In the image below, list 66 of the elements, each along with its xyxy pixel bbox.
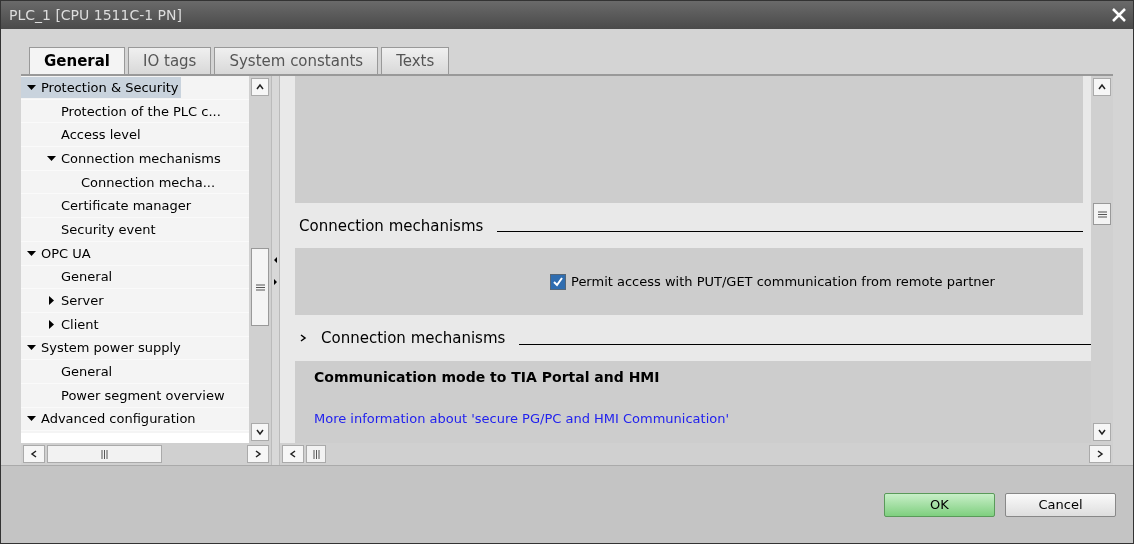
grip-icon xyxy=(100,449,109,459)
expanded-triangle-icon[interactable] xyxy=(27,248,36,258)
tree-item[interactable]: Power segment overview xyxy=(21,384,227,406)
tree-item[interactable]: Security event xyxy=(21,218,158,240)
tab[interactable]: IO tags xyxy=(128,47,212,74)
expanded-triangle-icon[interactable] xyxy=(27,82,36,92)
tree-item[interactable]: Protection of the PLC c... xyxy=(21,100,223,122)
tab[interactable]: Texts xyxy=(381,47,450,74)
expanded-triangle-icon[interactable] xyxy=(27,343,36,353)
scroll-right-button[interactable] xyxy=(1089,445,1111,463)
chevron-up-icon xyxy=(255,82,265,92)
vertical-scrollbar[interactable] xyxy=(249,76,271,443)
tree-item[interactable]: Advanced configuration xyxy=(21,408,198,430)
tab[interactable]: System constants xyxy=(214,47,379,74)
scroll-thumb[interactable] xyxy=(1093,203,1111,225)
permit-access-checkbox[interactable]: Permit access with PUT/GET communication from remote partner xyxy=(550,273,995,290)
section-title: Connection mechanisms xyxy=(321,329,506,347)
scroll-left-button[interactable] xyxy=(282,445,304,463)
scroll-left-button[interactable] xyxy=(23,445,45,463)
collapsed-triangle-icon[interactable] xyxy=(47,319,56,329)
splitter-handle[interactable] xyxy=(271,76,280,465)
tree-item[interactable]: Connection mecha... xyxy=(21,171,218,193)
tree-item[interactable]: Connection mechanisms xyxy=(21,147,223,169)
chevron-left-icon xyxy=(29,449,39,459)
chevron-down-icon xyxy=(1097,427,1107,437)
dialog-button[interactable]: Cancel xyxy=(1005,492,1116,517)
tree-item[interactable]: General xyxy=(21,266,115,288)
vertical-scrollbar[interactable] xyxy=(1091,76,1113,443)
chevron-icon[interactable] xyxy=(299,333,307,343)
section-title: Connection mechanisms xyxy=(299,216,484,235)
tree-item[interactable]: General xyxy=(21,361,115,383)
checkmark-icon xyxy=(552,275,564,288)
grip-icon xyxy=(311,449,321,459)
scroll-thumb[interactable] xyxy=(47,445,162,463)
scroll-up-button[interactable] xyxy=(251,78,269,96)
dialog-button[interactable]: OK xyxy=(884,492,995,517)
window-title: PLC_1 [CPU 1511C-1 PN] xyxy=(9,7,182,23)
chevron-right-icon xyxy=(253,449,263,459)
scroll-down-button[interactable] xyxy=(251,423,269,441)
horizontal-scrollbar[interactable] xyxy=(21,443,271,465)
chevron-right-icon xyxy=(1095,449,1105,459)
grip-icon xyxy=(255,282,265,292)
tree-item[interactable]: Protection & Security xyxy=(21,76,181,98)
tree-item[interactable]: Certificate manager xyxy=(21,195,194,217)
tree-item[interactable]: Client xyxy=(21,313,101,335)
scroll-up-button[interactable] xyxy=(1093,78,1111,96)
scroll-thumb[interactable] xyxy=(251,248,269,326)
tree-item[interactable]: Access level xyxy=(21,124,143,146)
tree-item[interactable]: OPC UA xyxy=(21,242,93,264)
section-heading: Communication mode to TIA Portal and HMI xyxy=(314,369,661,385)
collapsed-triangle-icon[interactable] xyxy=(47,296,56,306)
chevron-up-icon xyxy=(1097,82,1107,92)
grip-icon xyxy=(1097,209,1107,219)
chevron-down-icon xyxy=(255,427,265,437)
scroll-thumb[interactable] xyxy=(306,445,326,463)
scroll-right-button[interactable] xyxy=(247,445,269,463)
close-icon[interactable] xyxy=(1111,7,1127,23)
tree-item[interactable]: System power supply xyxy=(21,337,183,359)
chevron-left-icon xyxy=(288,449,298,459)
tab[interactable]: General xyxy=(29,47,125,74)
scroll-down-button[interactable] xyxy=(1093,423,1111,441)
info-link[interactable]: More information about 'secure PG/PC and HMI Communication' xyxy=(314,411,729,426)
expanded-triangle-icon[interactable] xyxy=(27,414,36,424)
expanded-triangle-icon[interactable] xyxy=(47,153,56,163)
horizontal-scrollbar[interactable] xyxy=(280,443,1113,465)
tree-item[interactable]: Server xyxy=(21,290,106,312)
